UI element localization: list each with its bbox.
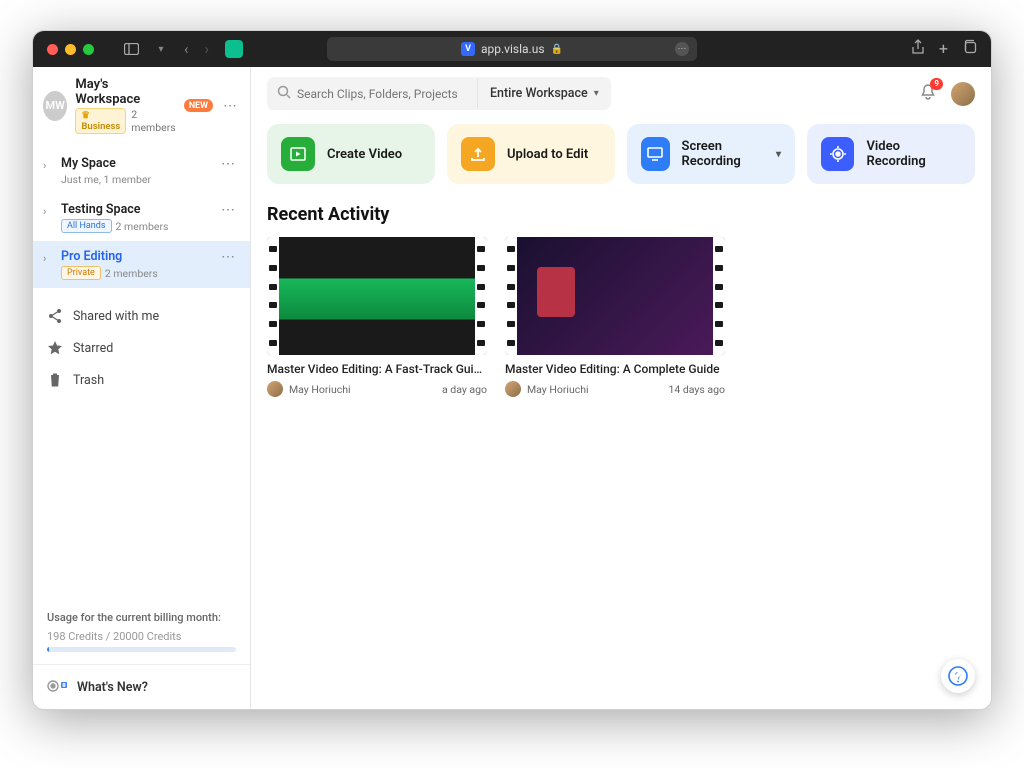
new-badge: NEW (184, 99, 213, 112)
sidebar: MW May's Workspace ♛ Business 2 members … (33, 67, 251, 709)
crown-icon: ♛ (81, 110, 90, 121)
screen-recording-button[interactable]: Screen Recording ▾ (627, 124, 795, 184)
site-favicon (225, 40, 243, 58)
author-avatar (267, 381, 283, 397)
tab-dropdown-icon[interactable]: ▾ (150, 38, 172, 60)
all-hands-tag: All Hands (61, 219, 112, 233)
video-card[interactable]: Master Video Editing: A Fast-Track Guide… (267, 237, 487, 397)
video-thumbnail (267, 237, 487, 355)
space-my-space[interactable]: › My Space Just me, 1 member ⋯ (33, 148, 250, 194)
search-box[interactable] (267, 77, 477, 110)
usage-label: Usage for the current billing month: (47, 611, 236, 624)
share-icon[interactable] (911, 39, 925, 59)
video-recording-button[interactable]: Video Recording (807, 124, 975, 184)
maximize-window[interactable] (83, 44, 94, 55)
trash-icon (47, 372, 63, 388)
recent-activity-title: Recent Activity (251, 194, 991, 237)
chevron-down-icon: ▾ (594, 88, 599, 99)
create-video-icon (281, 137, 315, 171)
forward-button[interactable]: › (201, 40, 214, 58)
browser-titlebar: ▾ ‹ › V app.visla.us 🔒 ⋯ + (33, 31, 991, 67)
search-input[interactable] (297, 87, 467, 101)
nav-starred[interactable]: Starred (33, 332, 250, 364)
url-text: app.visla.us (481, 42, 545, 56)
star-icon (47, 340, 63, 356)
space-testing-space[interactable]: › Testing Space All Hands2 members ⋯ (33, 194, 250, 241)
search-scope-dropdown[interactable]: Entire Workspace ▾ (477, 79, 611, 108)
minimize-window[interactable] (65, 44, 76, 55)
create-video-button[interactable]: Create Video (267, 124, 435, 184)
tabs-icon[interactable] (962, 39, 977, 59)
chevron-right-icon: › (43, 205, 53, 218)
spaces-list: › My Space Just me, 1 member ⋯ › Testing… (33, 142, 250, 294)
camera-icon (821, 137, 854, 171)
chevron-right-icon: › (43, 159, 53, 172)
author-name: May Horiuchi (527, 383, 589, 396)
space-menu-icon[interactable]: ⋯ (219, 156, 238, 172)
help-icon (948, 666, 968, 686)
upload-to-edit-button[interactable]: Upload to Edit (447, 124, 615, 184)
nav-shared[interactable]: Shared with me (33, 300, 250, 332)
workspace-menu-icon[interactable]: ⋯ (221, 98, 240, 114)
back-button[interactable]: ‹ (180, 40, 193, 58)
chevron-down-icon: ▾ (776, 149, 781, 160)
video-time: a day ago (442, 383, 487, 396)
recent-activity-list: Master Video Editing: A Fast-Track Guide… (251, 237, 991, 397)
topbar: Entire Workspace ▾ 9 (251, 67, 991, 120)
megaphone-icon (47, 677, 69, 697)
main-content: Entire Workspace ▾ 9 Create Video (251, 67, 991, 709)
lock-icon: 🔒 (551, 44, 563, 55)
private-tag: Private (61, 266, 101, 280)
video-thumbnail (505, 237, 725, 355)
search-wrap: Entire Workspace ▾ (267, 77, 611, 110)
space-menu-icon[interactable]: ⋯ (219, 202, 238, 218)
usage-bar (47, 647, 236, 652)
url-bar[interactable]: V app.visla.us 🔒 ⋯ (327, 37, 697, 61)
window-controls (47, 44, 94, 55)
chevron-right-icon: › (43, 252, 53, 265)
plan-badge: ♛ Business (75, 108, 126, 134)
upload-icon (461, 137, 495, 171)
notifications-button[interactable]: 9 (919, 83, 937, 105)
usage-panel: Usage for the current billing month: 198… (33, 601, 250, 664)
action-cards-row: Create Video Upload to Edit Screen Recor… (251, 120, 991, 194)
video-time: 14 days ago (668, 383, 725, 396)
workspace-name: May's Workspace (75, 77, 175, 107)
close-window[interactable] (47, 44, 58, 55)
nav-list: Shared with me Starred Trash (33, 300, 250, 396)
new-tab-icon[interactable]: + (939, 39, 948, 59)
screen-icon (641, 137, 670, 171)
notification-count: 9 (930, 78, 943, 90)
sidebar-toggle-icon[interactable] (120, 38, 142, 60)
user-avatar[interactable] (951, 82, 975, 106)
nav-trash[interactable]: Trash (33, 364, 250, 396)
workspace-avatar: MW (43, 91, 67, 121)
video-title: Master Video Editing: A Fast-Track Guide… (267, 362, 487, 376)
site-badge-icon: V (461, 42, 475, 56)
url-more-icon[interactable]: ⋯ (675, 42, 689, 56)
workspace-members: 2 members (131, 108, 175, 134)
space-menu-icon[interactable]: ⋯ (219, 249, 238, 265)
usage-text: 198 Credits / 20000 Credits (47, 630, 236, 643)
whats-new-button[interactable]: What's New? (33, 664, 250, 709)
share-icon (47, 308, 63, 324)
search-icon (277, 84, 291, 103)
video-card[interactable]: Master Video Editing: A Complete Guide M… (505, 237, 725, 397)
space-pro-editing[interactable]: › Pro Editing Private2 members ⋯ (33, 241, 250, 288)
help-button[interactable] (941, 659, 975, 693)
workspace-header[interactable]: MW May's Workspace ♛ Business 2 members … (33, 67, 250, 142)
author-name: May Horiuchi (289, 383, 351, 396)
video-title: Master Video Editing: A Complete Guide (505, 362, 725, 376)
author-avatar (505, 381, 521, 397)
